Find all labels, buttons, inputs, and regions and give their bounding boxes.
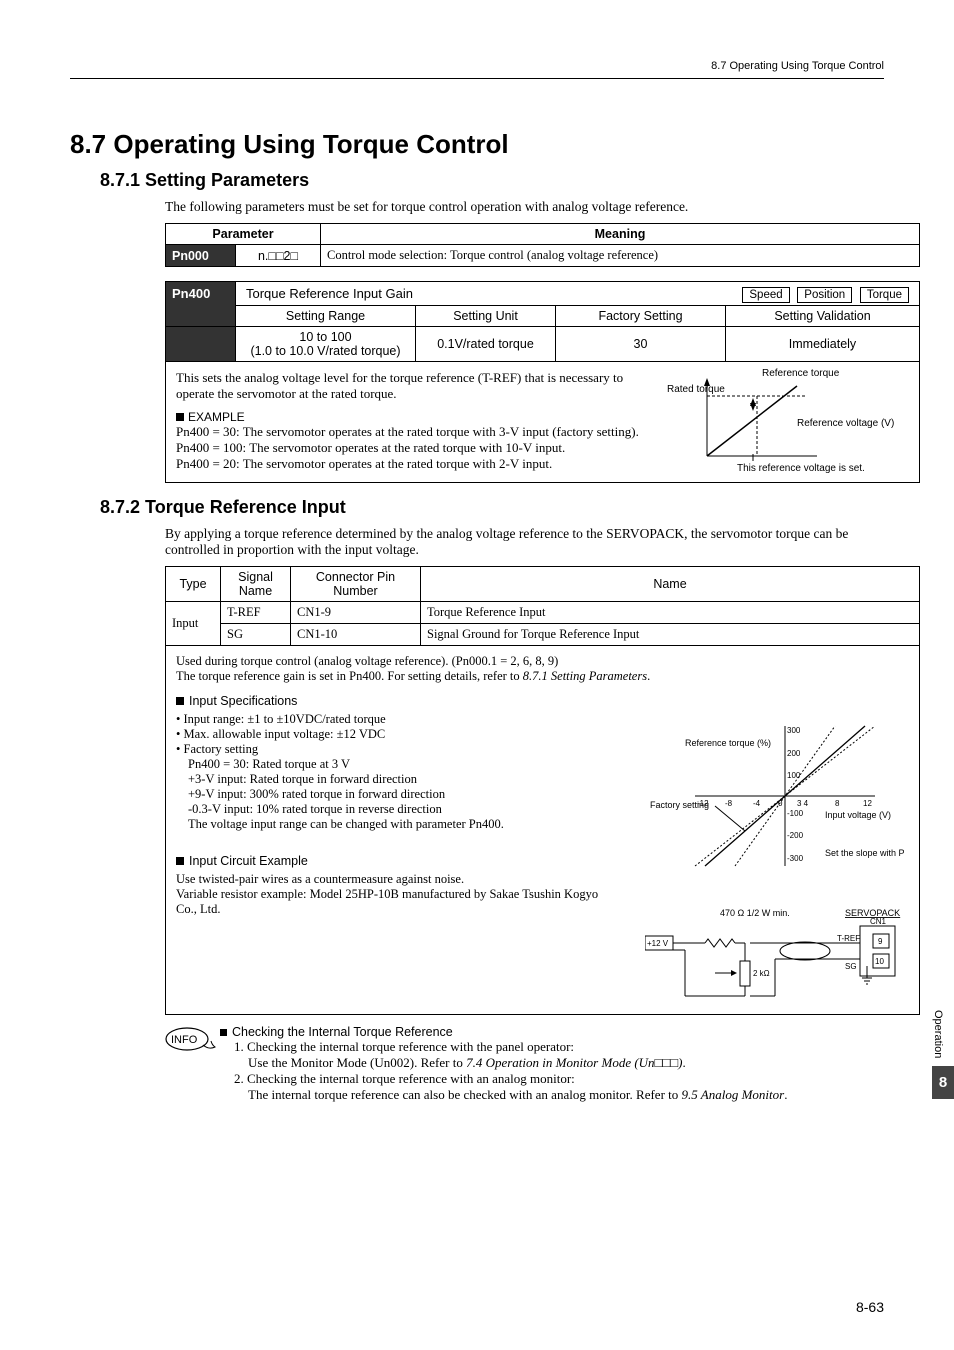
heading-8-7: 8.7 Operating Using Torque Control bbox=[70, 129, 884, 160]
val-valid: Immediately bbox=[726, 327, 919, 361]
cell-pn000: Pn000 bbox=[166, 245, 236, 267]
info-1b: Use the Monitor Mode (Un002). Refer to 7… bbox=[248, 1055, 884, 1071]
table-pn000: Parameter Meaning Pn000 n.□□2□ Control m… bbox=[165, 223, 920, 267]
circ1: Use twisted-pair wires as a countermeasu… bbox=[176, 872, 606, 887]
th-name: Name bbox=[421, 567, 920, 602]
intro-8-7-2: By applying a torque reference determine… bbox=[165, 526, 884, 558]
heading-8-7-1: 8.7.1 Setting Parameters bbox=[100, 170, 884, 191]
cell-sg: SG bbox=[221, 624, 291, 646]
svg-text:-4: -4 bbox=[753, 799, 761, 808]
svg-text:-200: -200 bbox=[787, 831, 804, 840]
th-connector: Connector Pin Number bbox=[291, 567, 421, 602]
heading-8-7-2: 8.7.2 Torque Reference Input bbox=[100, 497, 884, 518]
svg-text:10: 10 bbox=[875, 957, 884, 966]
svg-text:Input voltage (V): Input voltage (V) bbox=[825, 810, 891, 820]
cell-tref: T-REF bbox=[221, 602, 291, 624]
svg-text:12: 12 bbox=[863, 799, 872, 808]
g1-ref-torque: Reference torque bbox=[762, 368, 840, 379]
th-range: Setting Range bbox=[236, 306, 416, 326]
th-unit: Setting Unit bbox=[416, 306, 556, 326]
val-factory: 30 bbox=[556, 327, 726, 361]
info-heading: Checking the Internal Torque Reference bbox=[220, 1025, 884, 1039]
graph-pn400: Reference torque Rated torque Reference … bbox=[667, 366, 907, 476]
page-number: 8-63 bbox=[856, 1299, 884, 1315]
info-2: 2. Checking the internal torque referenc… bbox=[234, 1071, 884, 1087]
th-type: Type bbox=[166, 567, 221, 602]
val-unit: 0.1V/rated torque bbox=[416, 327, 556, 361]
svg-text:300: 300 bbox=[787, 726, 801, 735]
svg-text:This reference voltage is set.: This reference voltage is set. bbox=[737, 463, 865, 474]
svg-text:9: 9 bbox=[878, 937, 883, 946]
svg-text:Reference torque (%): Reference torque (%) bbox=[685, 738, 771, 748]
svg-text:CN1: CN1 bbox=[870, 917, 887, 926]
tag-speed: Speed bbox=[742, 287, 789, 303]
svg-text:-300: -300 bbox=[787, 854, 804, 863]
page-header: 8.7 Operating Using Torque Control bbox=[70, 60, 884, 72]
intro-8-7-1: The following parameters must be set for… bbox=[165, 199, 884, 215]
side-tab: Operation 8 bbox=[932, 1010, 954, 1099]
svg-text:Reference voltage (V): Reference voltage (V) bbox=[797, 418, 894, 429]
svg-text:+12 V: +12 V bbox=[647, 939, 669, 948]
svg-text:T-REF: T-REF bbox=[837, 934, 860, 943]
svg-text:8: 8 bbox=[835, 799, 840, 808]
cell-sg-name: Signal Ground for Torque Reference Input bbox=[421, 624, 920, 646]
th-signal: Signal Name bbox=[221, 567, 291, 602]
info-icon: INFO bbox=[165, 1025, 220, 1103]
table-signal: Type Signal Name Connector Pin Number Na… bbox=[165, 566, 920, 646]
cell-tref-name: Torque Reference Input bbox=[421, 602, 920, 624]
cell-cn1-10: CN1-10 bbox=[291, 624, 421, 646]
cell-meaning: Control mode selection: Torque control (… bbox=[321, 245, 920, 267]
th-meaning: Meaning bbox=[321, 224, 920, 245]
pn400-label: Pn400 bbox=[166, 282, 236, 306]
svg-text:INFO: INFO bbox=[171, 1034, 198, 1046]
box-line1: Used during torque control (analog volta… bbox=[176, 654, 909, 669]
circ2: Variable resistor example: Model 25HP-10… bbox=[176, 887, 606, 917]
svg-text:470 Ω 1/2 W min.: 470 Ω 1/2 W min. bbox=[720, 908, 790, 918]
side-tab-label: Operation bbox=[932, 1010, 944, 1066]
val-range: 10 to 100(1.0 to 10.0 V/rated torque) bbox=[236, 327, 416, 361]
th-factory: Factory Setting bbox=[556, 306, 726, 326]
box-line2: The torque reference gain is set in Pn40… bbox=[176, 669, 909, 684]
svg-text:0: 0 bbox=[778, 799, 783, 808]
pn400-title: Torque Reference Input Gain bbox=[246, 286, 413, 301]
svg-text:100: 100 bbox=[787, 771, 801, 780]
tag-torque: Torque bbox=[860, 287, 909, 303]
svg-text:Factory setting: Factory setting bbox=[650, 800, 709, 810]
svg-text:-100: -100 bbox=[787, 809, 804, 818]
svg-text:3 4: 3 4 bbox=[797, 799, 809, 808]
svg-text:SG: SG bbox=[845, 962, 857, 971]
input-spec-heading: Input Specifications bbox=[176, 694, 909, 708]
pn400-desc: This sets the analog voltage level for t… bbox=[176, 370, 646, 402]
header-rule bbox=[70, 78, 884, 79]
svg-text:Set the slope with Pn400.: Set the slope with Pn400. bbox=[825, 848, 905, 858]
cell-code: n.□□2□ bbox=[236, 245, 321, 267]
detail-box: Used during torque control (analog volta… bbox=[165, 645, 920, 1015]
table-pn400: Pn400 Torque Reference Input Gain Speed … bbox=[165, 281, 920, 483]
th-parameter: Parameter bbox=[166, 224, 321, 245]
info-2b: The internal torque reference can also b… bbox=[248, 1087, 884, 1103]
svg-text:-8: -8 bbox=[725, 799, 733, 808]
cell-cn1-9: CN1-9 bbox=[291, 602, 421, 624]
th-valid: Setting Validation bbox=[726, 306, 919, 326]
tag-position: Position bbox=[797, 287, 852, 303]
cell-input: Input bbox=[166, 602, 221, 646]
graph-torque-voltage: 300 200 100 -100 -200 -300 -12 -8 -4 0 3… bbox=[645, 716, 905, 876]
info-1: 1. Checking the internal torque referenc… bbox=[234, 1039, 884, 1055]
circuit-diagram: 470 Ω 1/2 W min. SERVOPACK CN1 +12 V 2 k… bbox=[645, 906, 905, 1011]
svg-text:200: 200 bbox=[787, 749, 801, 758]
svg-text:2 kΩ: 2 kΩ bbox=[753, 969, 770, 978]
svg-text:Rated torque: Rated torque bbox=[667, 384, 725, 395]
side-tab-number: 8 bbox=[932, 1066, 954, 1099]
